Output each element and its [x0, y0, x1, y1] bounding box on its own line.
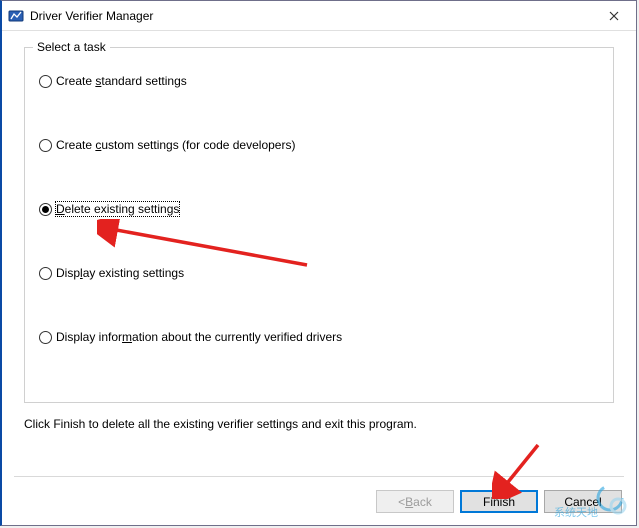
window-title: Driver Verifier Manager: [30, 9, 592, 23]
finish-button[interactable]: Finish: [460, 490, 538, 513]
radio-create-custom[interactable]: Create custom settings (for code develop…: [39, 138, 599, 152]
app-icon: [8, 8, 24, 24]
button-row: < Back Finish Cancel: [376, 490, 622, 513]
radio-label: Display information about the currently …: [56, 330, 342, 344]
radio-label: Create custom settings (for code develop…: [56, 138, 295, 152]
radio-delete-existing[interactable]: Delete existing settings: [39, 202, 599, 216]
group-legend: Select a task: [33, 40, 110, 54]
radio-icon: [39, 139, 52, 152]
close-button[interactable]: [592, 2, 636, 30]
close-icon: [609, 11, 619, 21]
title-bar[interactable]: Driver Verifier Manager: [2, 1, 636, 31]
cancel-button[interactable]: Cancel: [544, 490, 622, 513]
radio-display-info[interactable]: Display information about the currently …: [39, 330, 599, 344]
radio-label: Create standard settings: [56, 74, 187, 88]
content-area: Select a task Create standard settings C…: [2, 31, 636, 441]
radio-icon: [39, 75, 52, 88]
radio-icon: [39, 203, 52, 216]
radio-label: Display existing settings: [56, 266, 184, 280]
task-groupbox: Select a task Create standard settings C…: [24, 47, 614, 403]
back-button: < Back: [376, 490, 454, 513]
radio-icon: [39, 267, 52, 280]
instruction-text: Click Finish to delete all the existing …: [24, 417, 614, 431]
separator: [14, 476, 624, 477]
radio-label: Delete existing settings: [56, 202, 179, 216]
radio-icon: [39, 331, 52, 344]
window-frame: Driver Verifier Manager Select a task Cr…: [0, 0, 637, 526]
radio-create-standard[interactable]: Create standard settings: [39, 74, 599, 88]
radio-display-existing[interactable]: Display existing settings: [39, 266, 599, 280]
